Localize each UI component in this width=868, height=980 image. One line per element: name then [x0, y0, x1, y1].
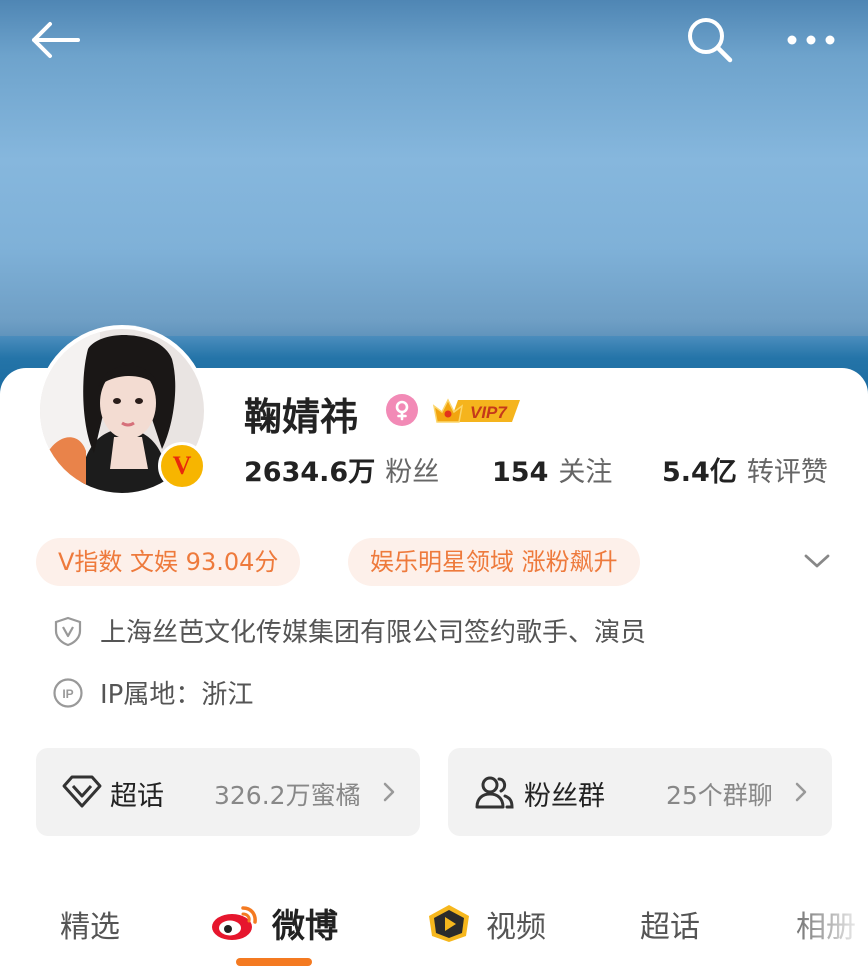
video-play-icon — [429, 905, 469, 942]
female-icon — [386, 394, 418, 426]
tab-video[interactable]: 视频 — [486, 902, 546, 946]
verification-info: 上海丝芭文化传媒集团有限公司签约歌手、演员 — [52, 612, 646, 649]
chevron-right-icon — [795, 782, 807, 802]
crown-icon: VIP7 — [432, 398, 520, 423]
supertopic-label: 超话 — [110, 781, 164, 812]
more-dots-icon — [787, 35, 835, 45]
supertopic-card[interactable]: 超话 326.2万蜜橘 — [36, 748, 420, 836]
vip-badge[interactable]: VIP7 — [430, 392, 524, 428]
stat-likes[interactable]: 5.4亿 转评赞 — [662, 450, 828, 489]
tag-rising-star[interactable]: 娱乐明星领域 涨粉飙升 — [348, 538, 640, 586]
profile-tab-bar: 精选 微博 视频 超话 相册 — [0, 892, 868, 962]
diamond-icon — [62, 775, 102, 808]
chevron-right-icon — [383, 782, 395, 802]
fan-group-label: 粉丝群 — [524, 781, 605, 812]
chevron-down-icon — [804, 554, 830, 568]
search-icon — [688, 18, 733, 63]
shield-icon — [54, 616, 82, 646]
svg-text:VIP7: VIP7 — [470, 403, 508, 422]
arrow-left-icon — [32, 22, 80, 58]
tab-featured[interactable]: 精选 — [60, 902, 120, 946]
ip-location: IP IP属地：浙江 — [52, 674, 253, 711]
active-tab-indicator — [236, 958, 312, 966]
back-button[interactable] — [28, 18, 84, 62]
fan-group-card[interactable]: 粉丝群 25个群聊 — [448, 748, 832, 836]
search-button[interactable] — [682, 14, 738, 66]
tab-weibo[interactable]: 微博 — [272, 899, 338, 947]
weibo-logo-icon — [212, 906, 257, 940]
username: 鞠婧祎 — [244, 395, 359, 439]
expand-button[interactable] — [800, 546, 834, 576]
supertopic-value: 326.2万蜜橘 — [214, 781, 361, 810]
svg-text:IP: IP — [62, 687, 73, 701]
tab-album[interactable]: 相册 — [796, 902, 856, 946]
tag-v-index[interactable]: V指数 文娱 93.04分 — [36, 538, 301, 586]
group-icon — [475, 776, 514, 809]
ip-icon: IP — [53, 677, 83, 708]
more-button[interactable] — [782, 22, 840, 58]
fan-group-value: 25个群聊 — [666, 781, 773, 810]
verified-badge: V — [158, 442, 206, 490]
stat-followers[interactable]: 2634.6万 粉丝 — [244, 450, 439, 489]
tab-supertopic[interactable]: 超话 — [640, 902, 700, 946]
stat-following[interactable]: 154 关注 — [492, 450, 612, 489]
